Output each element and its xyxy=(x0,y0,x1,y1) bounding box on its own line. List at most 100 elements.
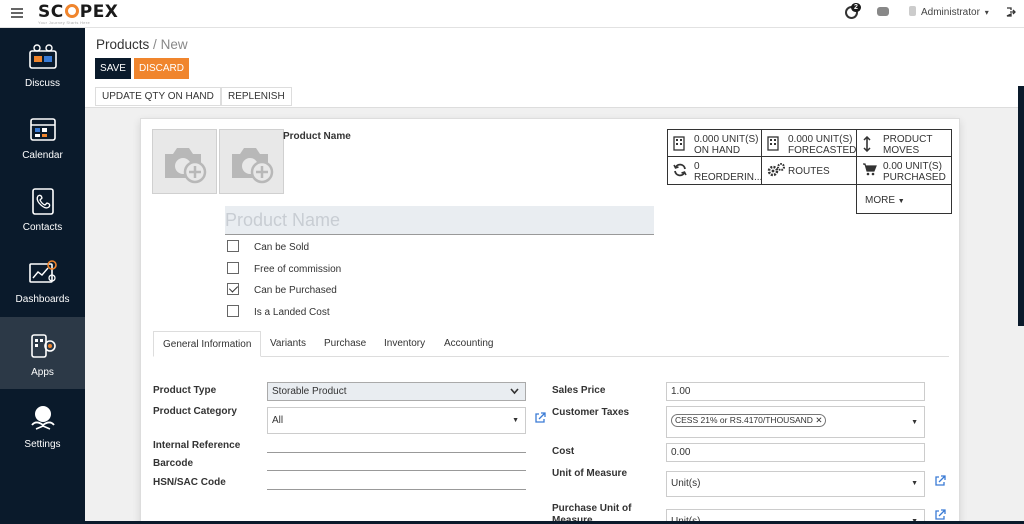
product-moves-stat-button[interactable]: PRODUCT MOVES xyxy=(856,129,952,157)
tab-variants[interactable]: Variants xyxy=(261,331,315,357)
sidebar-item-settings[interactable]: Settings xyxy=(0,389,85,461)
sign-out-icon[interactable] xyxy=(1006,7,1016,17)
camera-add-icon xyxy=(165,148,207,184)
calendar-icon xyxy=(29,118,56,141)
checkbox-is-landed-cost[interactable]: Is a Landed Cost xyxy=(227,305,330,318)
sidebar-item-label: Contacts xyxy=(22,222,63,233)
update-qty-button[interactable]: UPDATE QTY ON HAND xyxy=(95,87,221,106)
cost-label: Cost xyxy=(552,446,575,457)
customer-taxes-input[interactable]: CESS 21% or RS.4170/THOUSAND ✕ ▼ xyxy=(666,406,925,438)
caret-down-icon: ▼ xyxy=(911,480,918,487)
sidebar-item-contacts[interactable]: Contacts xyxy=(0,172,85,244)
caret-down-icon: ▼ xyxy=(897,198,905,205)
tab-inventory[interactable]: Inventory xyxy=(375,331,434,357)
building-icon xyxy=(673,136,685,151)
uom-label: Unit of Measure xyxy=(552,468,628,479)
app-sidebar: Discuss Calendar Contacts Dashboards App… xyxy=(0,28,85,524)
product-name-label: Product Name xyxy=(283,131,351,142)
chevron-down-icon: ▾ xyxy=(984,8,989,17)
checkbox[interactable] xyxy=(227,283,239,295)
shopping-cart-icon xyxy=(863,163,877,176)
sales-price-label: Sales Price xyxy=(552,385,606,396)
sidebar-item-calendar[interactable]: Calendar xyxy=(0,100,85,172)
checkbox[interactable] xyxy=(227,240,239,252)
sidebar-item-label: Discuss xyxy=(24,78,60,89)
close-icon[interactable]: ✕ xyxy=(815,415,822,425)
product-type-label: Product Type xyxy=(153,385,217,396)
avatar xyxy=(909,6,916,16)
contacts-icon xyxy=(31,188,54,215)
reordering-stat-button[interactable]: 0 REORDERIN... xyxy=(667,156,762,185)
sidebar-item-label: Calendar xyxy=(22,150,63,161)
purchased-stat-button[interactable]: 0.00 UNIT(S) PURCHASED xyxy=(856,156,952,185)
gears-icon xyxy=(767,163,785,177)
sidebar-item-label: Settings xyxy=(24,439,61,450)
cost-input[interactable]: 0.00 xyxy=(666,443,925,462)
internal-reference-label: Internal Reference xyxy=(153,440,241,451)
internal-reference-input[interactable] xyxy=(267,452,526,453)
discard-button[interactable]: DISCARD xyxy=(134,58,189,79)
tab-purchase[interactable]: Purchase xyxy=(315,331,375,357)
product-image-slot[interactable] xyxy=(152,129,217,194)
activity-count-badge: 2 xyxy=(851,3,861,12)
barcode-label: Barcode xyxy=(153,458,194,469)
product-image-slot[interactable] xyxy=(219,129,284,194)
sidebar-item-dashboards[interactable]: Dashboards xyxy=(0,244,85,316)
sidebar-item-label: Dashboards xyxy=(15,294,70,305)
form-statusbar: UPDATE QTY ON HAND REPLENISH xyxy=(85,87,1024,107)
product-category-label: Product Category xyxy=(153,406,237,417)
user-menu[interactable]: Administrator ▾ xyxy=(909,6,989,18)
scrollbar[interactable] xyxy=(1018,86,1024,326)
product-name-input[interactable]: Product Name xyxy=(225,206,654,235)
hsn-code-label: HSN/SAC Code xyxy=(153,477,226,488)
checkbox-free-of-commission[interactable]: Free of commission xyxy=(227,262,341,275)
sidebar-item-apps[interactable]: Apps xyxy=(0,317,85,389)
refresh-icon xyxy=(673,163,687,177)
chevron-down-icon xyxy=(510,388,519,395)
camera-add-icon xyxy=(232,148,274,184)
routes-stat-button[interactable]: ROUTES xyxy=(761,156,857,185)
caret-down-icon: ▼ xyxy=(512,417,519,424)
top-navbar: SC PEX Your Journey Starts Here 2 Adminis… xyxy=(0,0,1024,28)
dashboards-icon xyxy=(28,260,57,283)
logo: SC PEX xyxy=(38,2,119,22)
on-hand-stat-button[interactable]: 0.000 UNIT(S) ON HAND xyxy=(667,129,762,157)
settings-icon xyxy=(30,406,55,430)
user-name: Administrator xyxy=(921,7,980,18)
checkbox[interactable] xyxy=(227,305,239,317)
discuss-icon xyxy=(28,44,57,69)
apps-icon xyxy=(30,334,56,358)
customer-taxes-label: Customer Taxes xyxy=(552,407,630,418)
logo-tagline: Your Journey Starts Here xyxy=(38,20,90,25)
forecasted-stat-button[interactable]: 0.000 UNIT(S) FORECASTED xyxy=(761,129,857,157)
breadcrumb: Products / New xyxy=(96,37,188,52)
notebook-tabs: General Information Variants Purchase In… xyxy=(153,331,949,357)
product-type-select[interactable]: Storable Product xyxy=(267,382,526,401)
building-icon xyxy=(767,136,779,151)
sidebar-item-label: Apps xyxy=(31,367,54,378)
tab-accounting[interactable]: Accounting xyxy=(435,331,502,357)
external-link-icon[interactable] xyxy=(934,475,946,487)
breadcrumb-current: New xyxy=(160,37,188,52)
hsn-code-input[interactable] xyxy=(267,489,526,490)
tax-tag: CESS 21% or RS.4170/THOUSAND ✕ xyxy=(671,414,827,427)
checkbox-can-be-purchased[interactable]: Can be Purchased xyxy=(227,283,337,296)
form-sheet: Product Name Product Name Can be Sold Fr… xyxy=(140,118,960,524)
external-link-icon[interactable] xyxy=(534,412,546,424)
checkbox[interactable] xyxy=(227,262,239,274)
caret-down-icon: ▼ xyxy=(911,419,918,426)
uom-select[interactable]: Unit(s) ▼ xyxy=(666,471,925,497)
tab-general-information[interactable]: General Information xyxy=(153,331,262,357)
external-link-icon[interactable] xyxy=(934,509,946,521)
more-stat-button[interactable]: MORE ▼ xyxy=(856,184,952,214)
chat-icon[interactable] xyxy=(877,7,889,16)
breadcrumb-parent[interactable]: Products xyxy=(96,37,149,52)
replenish-button[interactable]: REPLENISH xyxy=(221,87,292,106)
sidebar-item-discuss[interactable]: Discuss xyxy=(0,28,85,100)
menu-toggle-icon[interactable] xyxy=(11,8,23,18)
barcode-input[interactable] xyxy=(267,470,526,471)
product-category-select[interactable]: All ▼ xyxy=(267,407,526,434)
save-button[interactable]: SAVE xyxy=(95,58,131,79)
sales-price-input[interactable]: 1.00 xyxy=(666,382,925,401)
checkbox-can-be-sold[interactable]: Can be Sold xyxy=(227,240,309,253)
